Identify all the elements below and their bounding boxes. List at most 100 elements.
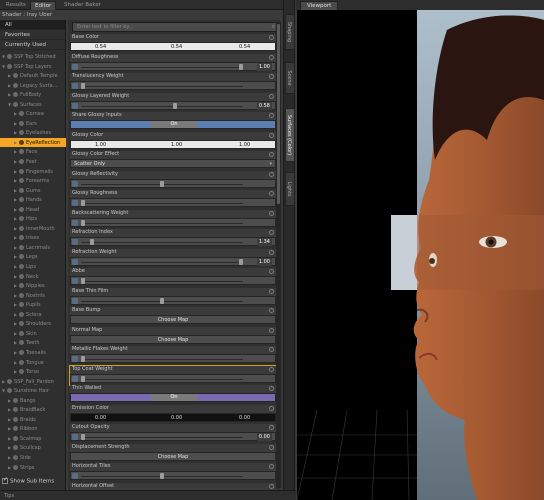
tree-item[interactable]: ▶ Lips: [0, 262, 66, 272]
slider-track[interactable]: [81, 86, 243, 87]
slider-track[interactable]: [81, 203, 243, 204]
choose-map-button[interactable]: Choose Map: [70, 451, 276, 461]
slider-track[interactable]: [81, 359, 243, 360]
tree-item[interactable]: ▶ Head: [0, 205, 66, 215]
slider-knob[interactable]: [81, 278, 85, 284]
property-options-icon[interactable]: [269, 308, 274, 313]
slider-value[interactable]: 1.34: [256, 238, 272, 246]
slider-decrement-icon[interactable]: [72, 473, 78, 479]
tree-item[interactable]: ▶ Tongue: [0, 358, 66, 368]
property-options-icon[interactable]: [269, 132, 274, 138]
slider-decrement-icon[interactable]: [72, 297, 78, 304]
color-channel-value[interactable]: 0.54: [239, 43, 250, 51]
property-slider[interactable]: [70, 217, 276, 227]
property-options-icon[interactable]: [269, 35, 274, 40]
slider-value[interactable]: 1.00: [256, 62, 272, 71]
slider-track[interactable]: [81, 242, 243, 243]
tree-item[interactable]: ▶ Skin: [0, 329, 66, 339]
tree-item[interactable]: ▶ Neck: [0, 272, 66, 282]
property-slider[interactable]: [70, 295, 276, 305]
tree-item[interactable]: ▶ Ears: [0, 119, 66, 129]
tree-item[interactable]: ▶ Torso: [0, 367, 66, 377]
property-options-icon[interactable]: [269, 74, 274, 79]
filter-all[interactable]: All: [0, 20, 65, 30]
property-options-icon[interactable]: [269, 288, 274, 294]
slider-decrement-icon[interactable]: [72, 63, 78, 70]
property-slider[interactable]: 1.00: [70, 61, 276, 71]
tree-item[interactable]: ▶ SSP_Fall_Pardon: [0, 377, 66, 387]
tree-item[interactable]: ▶ Bangs: [0, 396, 66, 406]
tree-item[interactable]: ▶ Legacy Surfa...: [0, 81, 66, 91]
slider-value[interactable]: 1.00: [256, 257, 272, 266]
slider-value[interactable]: 0.58: [256, 101, 272, 110]
slider-knob[interactable]: [239, 63, 243, 70]
slider-knob[interactable]: [160, 180, 164, 187]
tree-item[interactable]: ▶ Fingernails: [0, 167, 66, 177]
slider-value[interactable]: 0.00: [256, 433, 272, 441]
search-icon[interactable]: ⌕: [272, 23, 275, 31]
property-options-icon[interactable]: [269, 230, 274, 235]
slider-decrement-icon[interactable]: [72, 434, 78, 440]
property-filter-input[interactable]: Enter text to filter by... ⌕: [72, 22, 278, 32]
tree-item[interactable]: ▶ Side: [0, 453, 66, 463]
color-channel-value[interactable]: 1.00: [95, 141, 106, 149]
side-tab-lights[interactable]: Lights: [285, 172, 295, 206]
property-options-icon[interactable]: [269, 347, 274, 352]
property-options-icon[interactable]: [269, 269, 274, 274]
tree-item[interactable]: ▶ Irises: [0, 233, 66, 243]
slider-track[interactable]: [81, 105, 243, 107]
side-tab-surfaces[interactable]: Surfaces (Color): [285, 108, 295, 162]
property-slider[interactable]: [70, 373, 276, 383]
tree-item[interactable]: ▶ Nipples: [0, 281, 66, 291]
scrollbar-thumb[interactable]: [277, 24, 280, 204]
slider-knob[interactable]: [81, 219, 85, 226]
tab-viewport[interactable]: Viewport: [300, 1, 339, 10]
slider-track[interactable]: [81, 222, 243, 224]
tree-item[interactable]: ▶ Default Temple: [0, 71, 66, 81]
tree-item[interactable]: ▼ Surfaces: [0, 100, 66, 110]
slider-decrement-icon[interactable]: [72, 239, 78, 245]
slider-knob[interactable]: [160, 473, 164, 479]
property-options-icon[interactable]: [269, 93, 274, 99]
tree-item[interactable]: ▶ Strips: [0, 463, 66, 473]
tree-item[interactable]: ▼ Sunshine Hair: [0, 386, 66, 396]
slider-track[interactable]: [81, 261, 243, 263]
color-picker[interactable]: 0.54 0.54 0.54: [70, 42, 276, 51]
toggle-switch[interactable]: On: [70, 120, 276, 129]
tree-item[interactable]: ▶ Sclera: [0, 310, 66, 320]
show-sub-items-checkbox[interactable]: Show Sub Items: [2, 476, 54, 485]
tree-item[interactable]: ▶ Hands: [0, 195, 66, 205]
slider-knob[interactable]: [239, 258, 243, 265]
property-slider[interactable]: [70, 354, 276, 363]
slider-decrement-icon[interactable]: [72, 83, 78, 89]
toggle-state[interactable]: On: [151, 121, 197, 128]
tree-item[interactable]: ▶ Scalmap: [0, 434, 66, 444]
slider-decrement-icon[interactable]: [72, 258, 78, 265]
tab-shader-baker[interactable]: Shader Baker: [60, 1, 105, 10]
tree-item[interactable]: ▶ Forearms: [0, 176, 66, 186]
property-slider[interactable]: 1.34: [70, 237, 276, 246]
filter-currently-used[interactable]: Currently Used: [0, 40, 65, 50]
property-options-icon[interactable]: [269, 366, 274, 372]
tree-item[interactable]: ▶ Hips: [0, 214, 66, 224]
slider-knob[interactable]: [81, 375, 85, 382]
property-options-icon[interactable]: [269, 152, 274, 157]
choose-map-button[interactable]: Choose Map: [70, 334, 276, 344]
toggle-switch[interactable]: On: [70, 393, 276, 402]
property-scrollbar[interactable]: [276, 22, 281, 488]
tree-item[interactable]: ▶ InnerMouth: [0, 224, 66, 234]
property-slider[interactable]: [70, 178, 276, 188]
property-slider[interactable]: [70, 198, 276, 207]
property-options-icon[interactable]: [269, 483, 274, 489]
slider-decrement-icon[interactable]: [72, 219, 78, 226]
property-options-icon[interactable]: [269, 405, 274, 411]
color-channel-value[interactable]: 0.00: [95, 414, 106, 422]
choose-map-button[interactable]: Choose Map: [70, 315, 276, 324]
filter-favorites[interactable]: Favorites: [0, 30, 65, 40]
color-channel-value[interactable]: 0.00: [239, 414, 250, 422]
tree-item[interactable]: ▶ Legs: [0, 252, 66, 262]
color-channel-value[interactable]: 0.00: [171, 414, 182, 422]
tree-item[interactable]: ▶ Eyelashes: [0, 128, 66, 138]
slider-knob[interactable]: [81, 200, 85, 206]
tree-item[interactable]: ▶ Pupils: [0, 300, 66, 310]
